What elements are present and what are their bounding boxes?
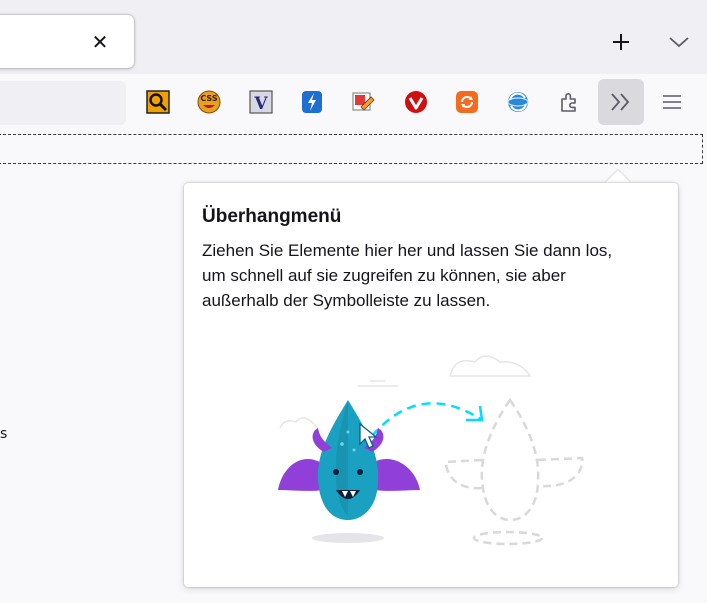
panel-description-line: um schnell auf sie zugreifen zu können, …: [202, 266, 566, 285]
url-bar[interactable]: [0, 81, 126, 125]
plus-icon: [613, 34, 629, 50]
svg-text:CSS: CSS: [200, 94, 217, 103]
panel-description-line: außerhalb der Symbolleiste zu lassen.: [202, 291, 491, 310]
active-tab[interactable]: ✕: [0, 15, 134, 68]
lightning-extension-icon[interactable]: [300, 90, 324, 114]
edit-extension-icon[interactable]: [352, 90, 376, 114]
overflow-menu-button[interactable]: [598, 79, 644, 125]
new-tab-button[interactable]: [606, 27, 636, 57]
panel-title: Überhangmenü: [202, 206, 342, 227]
puzzle-icon[interactable]: [558, 90, 582, 114]
panel-arrow-joint: [606, 183, 630, 195]
chevron-down-icon: [669, 37, 689, 48]
tab-list-button[interactable]: [664, 27, 694, 57]
tab-close-icon[interactable]: ✕: [90, 32, 110, 52]
double-chevron-right-icon: [611, 93, 630, 111]
tab-strip: ✕: [0, 0, 707, 74]
search-extension-icon[interactable]: [146, 90, 170, 114]
nav-toolbar: CSS V: [0, 74, 707, 132]
refresh-extension-icon[interactable]: [455, 90, 479, 114]
page-content-text: s: [0, 426, 8, 442]
sync-extension-icon[interactable]: [506, 90, 530, 114]
v-extension-icon[interactable]: V: [249, 90, 273, 114]
bookmarks-toolbar-drop-target[interactable]: [0, 134, 703, 164]
dragon-drag-illustration: [270, 340, 600, 560]
app-menu-button[interactable]: [656, 87, 688, 119]
hamburger-menu-icon: [663, 95, 681, 109]
vivaldi-extension-icon[interactable]: [404, 90, 428, 114]
svg-text:V: V: [253, 94, 268, 114]
panel-description-line: Ziehen Sie Elemente hier her und lassen …: [202, 241, 613, 260]
css-extension-icon[interactable]: CSS: [197, 90, 221, 114]
panel-description: Ziehen Sie Elemente hier her und lassen …: [202, 238, 672, 313]
